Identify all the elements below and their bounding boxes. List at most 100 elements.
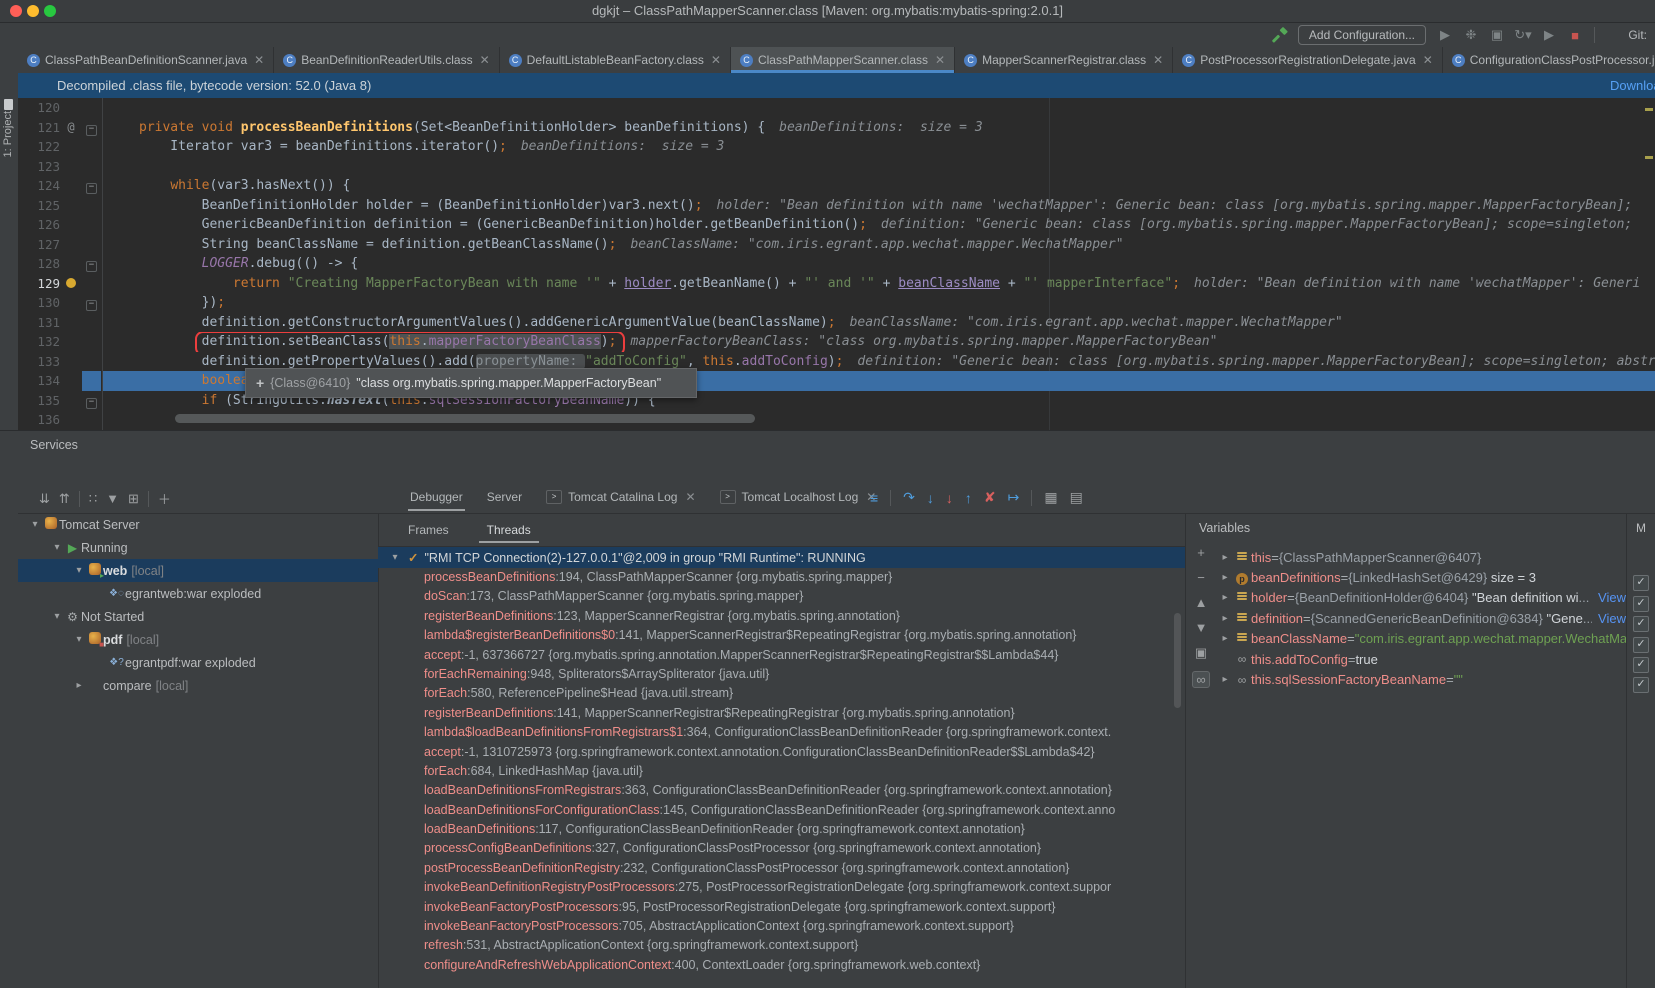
expand-all-icon[interactable]: ⇊ [39,491,50,507]
stack-frame-row[interactable]: processBeanDefinitions:194, ClassPathMap… [378,568,1185,587]
close-tab-icon[interactable]: ✕ [711,53,721,67]
fold-marker[interactable]: − [82,293,101,313]
new-frame-icon[interactable]: ⊞ [128,491,139,507]
close-tab-icon[interactable]: ✕ [480,53,490,67]
editor-tab[interactable]: CConfigurationClassPostProcessor.java✕ [1443,47,1655,73]
remove-watch-icon[interactable]: − [1197,570,1205,585]
code-line[interactable]: 120 [18,98,1655,118]
tree-row-not-started[interactable]: ▾⚙Not Started [18,605,378,628]
table-view-icon[interactable]: ▦ [1044,489,1057,506]
step-out-icon[interactable]: ↑ [965,490,972,506]
stack-frame-row[interactable]: lambda$loadBeanDefinitionsFromRegistrars… [378,723,1185,742]
tree-row-tomcat-server[interactable]: ▾Tomcat Server [18,513,378,536]
force-step-into-icon[interactable]: ↓ [946,490,953,506]
stack-frame-row[interactable]: forEachRemaining:948, Spliterators$Array… [378,665,1185,684]
variable-row[interactable]: ∞this.addToConfig = true [1217,649,1626,669]
close-tab-icon[interactable]: ✕ [685,490,695,504]
intention-bulb-icon[interactable] [66,278,76,288]
stack-frame-row[interactable]: registerBeanDefinitions:141, MapperScann… [378,704,1185,723]
stack-frame-row[interactable]: postProcessBeanDefinitionRegistry:232, C… [378,859,1185,878]
services-tab-tomcat-localhost-log[interactable]: >Tomcat Localhost Log✕ [710,486,887,508]
fold-marker[interactable]: − [82,254,101,274]
memory-checkbox[interactable]: ✓ [1633,657,1649,673]
chevron-icon[interactable]: ▸ [1217,592,1233,603]
editor-tab[interactable]: CBeanDefinitionReaderUtils.class✕ [274,47,499,73]
chevron-icon[interactable]: ▸ [72,680,86,691]
run-icon[interactable]: ▶ [1436,27,1454,43]
watches-toggle-icon[interactable]: ∞ [1192,671,1209,688]
code-line[interactable]: 123 [18,157,1655,177]
move-down-icon[interactable]: ▼ [1195,620,1208,635]
tree-row-running[interactable]: ▾▶Running [18,536,378,559]
variable-row[interactable]: ▸∞this.sqlSessionFactoryBeanName = "" [1217,669,1626,689]
code-line[interactable]: 131 definition.getConstructorArgumentVal… [18,313,1655,333]
variable-row[interactable]: ▸definition = {ScannedGenericBeanDefinit… [1217,608,1626,628]
layout-settings-icon[interactable]: ▤ [1070,489,1083,506]
run-to-cursor-icon[interactable]: ↦ [1008,489,1020,506]
step-into-icon[interactable]: ↓ [927,490,934,506]
editor-tab[interactable]: CPostProcessorRegistrationDelegate.java✕ [1173,47,1443,73]
view-link[interactable]: View [1598,611,1626,626]
close-tab-icon[interactable]: ✕ [1423,53,1433,67]
chevron-icon[interactable]: ▸ [1217,633,1233,644]
fold-marker[interactable]: − [82,176,101,196]
chevron-icon[interactable]: ▾ [72,634,86,645]
move-up-icon[interactable]: ▲ [1195,595,1208,610]
chevron-icon[interactable]: ▾ [72,565,86,576]
memory-checkbox[interactable]: ✓ [1633,677,1649,693]
add-configuration-button[interactable]: Add Configuration... [1298,25,1426,45]
services-tab-tomcat-catalina-log[interactable]: >Tomcat Catalina Log✕ [536,486,705,508]
code-line[interactable]: 121@−private void processBeanDefinitions… [18,118,1655,138]
tab-frames[interactable]: Frames [406,517,451,543]
stack-frame-row[interactable]: registerBeanDefinitions:123, MapperScann… [378,607,1185,626]
code-line[interactable]: 124− while(var3.hasNext()) { [18,176,1655,196]
stack-frame-row[interactable]: forEach:684, LinkedHashMap {java.util} [378,762,1185,781]
fold-icon[interactable]: − [86,261,97,272]
debug-icon[interactable]: ❉ [1462,27,1480,43]
stack-frame-row[interactable]: loadBeanDefinitions:117, ConfigurationCl… [378,820,1185,839]
chevron-icon[interactable]: ▸ [1217,674,1233,685]
view-link[interactable]: View [1598,590,1626,605]
stack-frame-row[interactable]: invokeBeanFactoryPostProcessors:705, Abs… [378,917,1185,936]
chevron-icon[interactable]: ▸ [1217,572,1233,583]
editor-tab[interactable]: CDefaultListableBeanFactory.class✕ [500,47,731,73]
memory-checkbox[interactable]: ✓ [1633,596,1649,612]
chevron-icon[interactable]: ▾ [50,611,64,622]
stack-frame-row[interactable]: loadBeanDefinitionsForConfigurationClass… [378,801,1185,820]
variable-row[interactable]: ▸holder = {BeanDefinitionHolder@6404} "B… [1217,588,1626,608]
override-marker-icon[interactable]: @ [60,118,82,138]
tool-window-project[interactable]: 1: Project [2,111,14,157]
download-link[interactable]: Download [1610,73,1655,98]
error-stripe-mark[interactable] [1645,156,1653,159]
stack-frame-row[interactable]: accept:-1, 1310725973 {org.springframewo… [378,743,1185,762]
close-tab-icon[interactable]: ✕ [1153,53,1163,67]
group-icon[interactable]: ∷ [89,491,97,507]
add-watch-icon[interactable]: + [1197,545,1205,560]
fold-icon[interactable]: − [86,398,97,409]
close-tab-icon[interactable]: ✕ [935,53,945,67]
git-label[interactable]: Git: [1628,28,1647,42]
memory-checkbox[interactable]: ✓ [1633,616,1649,632]
services-tab-debugger[interactable]: Debugger [400,486,473,508]
build-hammer-icon[interactable] [1272,27,1288,43]
error-stripe-mark[interactable] [1645,108,1653,111]
code-line[interactable]: 125 BeanDefinitionHolder holder = (BeanD… [18,196,1655,216]
chevron-down-icon[interactable]: ▾ [388,552,402,563]
fold-marker[interactable]: − [82,391,101,411]
tree-row-web[interactable]: ▾▸web [local] [18,559,378,582]
frames-scrollbar[interactable] [1174,613,1181,708]
stack-frame-row[interactable]: refresh:531, AbstractApplicationContext … [378,936,1185,955]
project-file-icon[interactable] [4,99,13,110]
close-tab-icon[interactable]: ✕ [254,53,264,67]
code-line[interactable]: 130− }); [18,293,1655,313]
fold-icon[interactable]: − [86,183,97,194]
memory-checkbox[interactable]: ✓ [1633,637,1649,653]
step-over-icon[interactable]: ↷ [903,489,915,506]
thread-row[interactable]: ▾ ✓ "RMI TCP Connection(2)-127.0.0.1"@2,… [378,547,1185,568]
code-line[interactable]: 127 String beanClassName = definition.ge… [18,235,1655,255]
code-line[interactable]: 132 definition.setBeanClass(this.mapperF… [18,332,1655,352]
horizontal-scrollbar[interactable] [175,414,755,423]
code-editor[interactable]: 120121@−private void processBeanDefiniti… [18,98,1655,430]
variable-row[interactable]: ▸pbeanDefinitions = {LinkedHashSet@6429}… [1217,567,1626,587]
copy-icon[interactable]: ▣ [1195,645,1207,661]
